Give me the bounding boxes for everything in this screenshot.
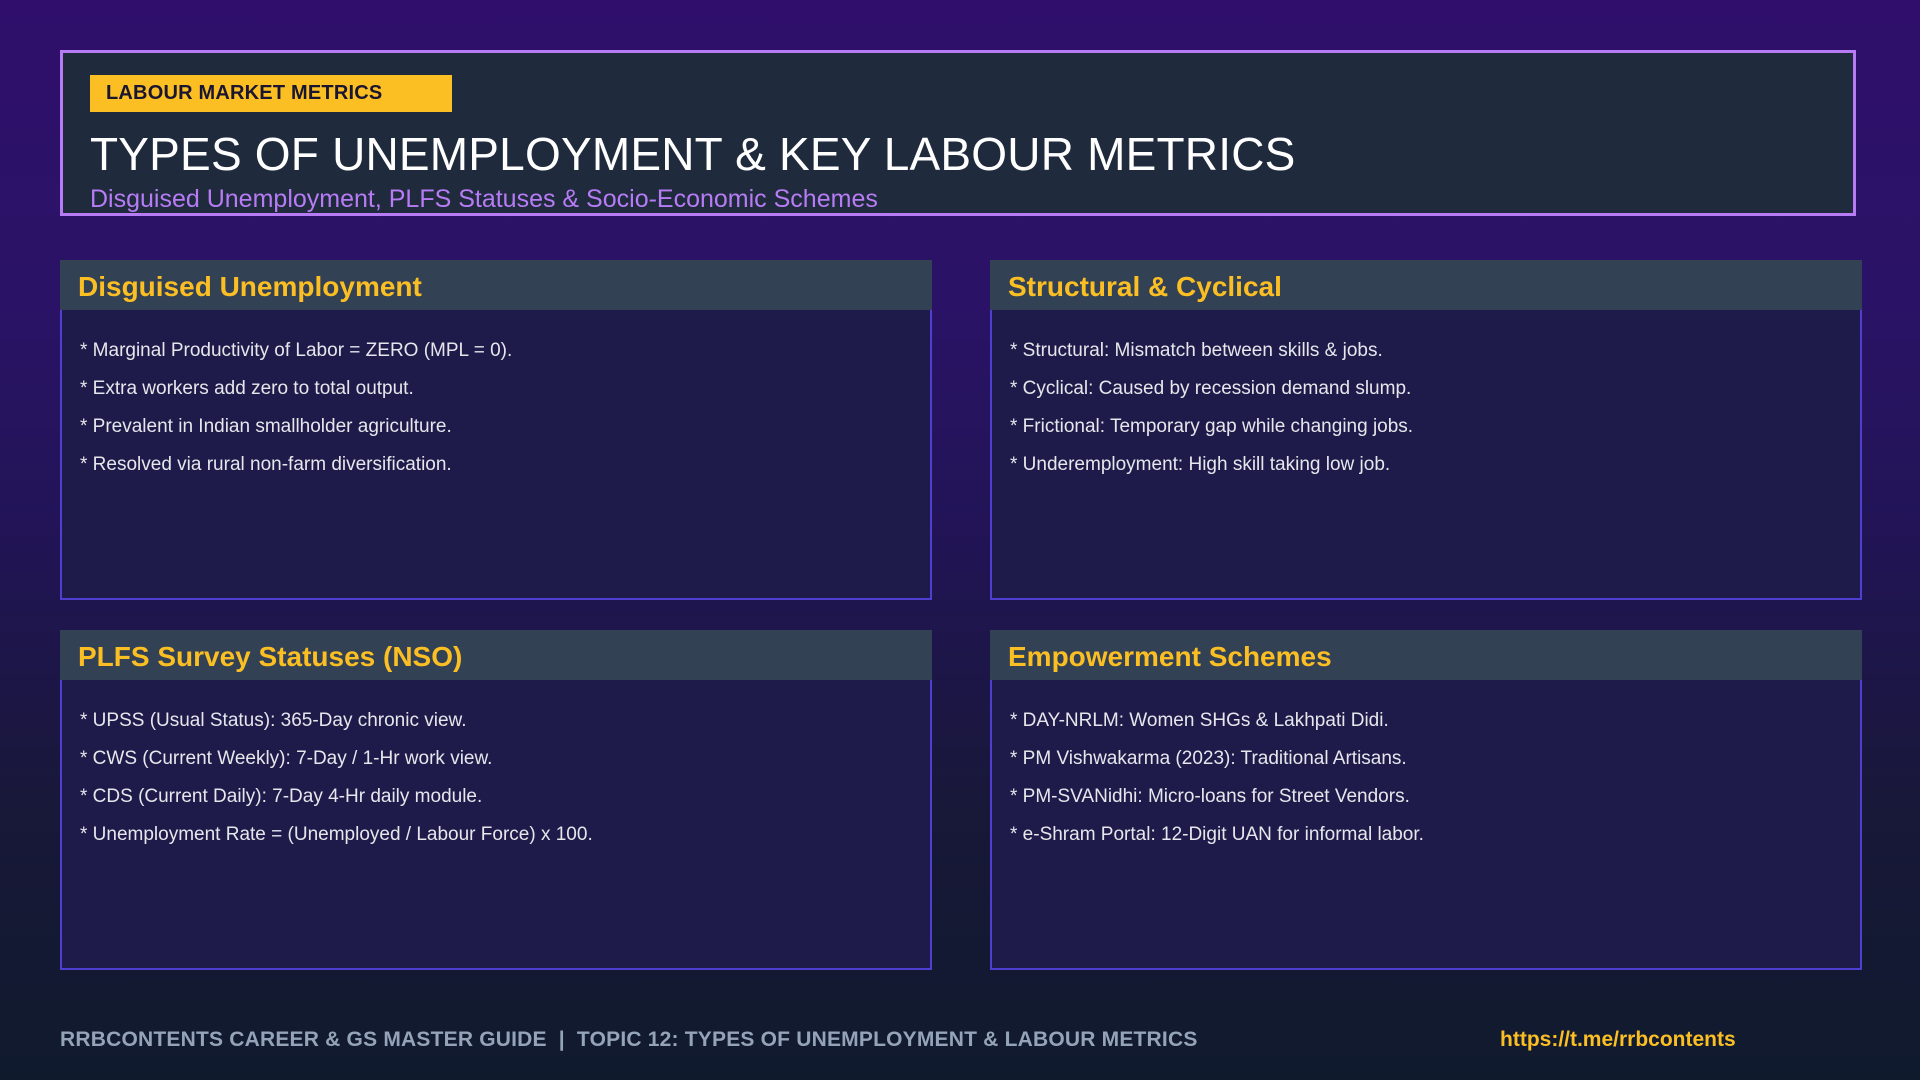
card-header: PLFS Survey Statuses (NSO) <box>60 630 932 680</box>
card-empowerment-schemes: Empowerment Schemes * DAY-NRLM: Women SH… <box>990 630 1862 970</box>
card-header: Structural & Cyclical <box>990 260 1862 310</box>
list-item: * Prevalent in Indian smallholder agricu… <box>80 416 452 437</box>
card-list: * UPSS (Usual Status): 365-Day chronic v… <box>80 702 593 854</box>
footer-telegram-link[interactable]: https://t.me/rrbcontents <box>1500 1028 1736 1052</box>
card-title: Disguised Unemployment <box>78 271 422 302</box>
list-item: * Marginal Productivity of Labor = ZERO … <box>80 340 513 361</box>
list-item: * PM-SVANidhi: Micro-loans for Street Ve… <box>1010 786 1410 807</box>
list-item: * Extra workers add zero to total output… <box>80 378 414 399</box>
footer-text: RRBCONTENTS CAREER & GS MASTER GUIDE | T… <box>60 1028 1198 1051</box>
list-item: * Unemployment Rate = (Unemployed / Labo… <box>80 824 593 845</box>
list-item: * PM Vishwakarma (2023): Traditional Art… <box>1010 748 1407 769</box>
list-item: * DAY-NRLM: Women SHGs & Lakhpati Didi. <box>1010 710 1389 731</box>
page-subtitle: Disguised Unemployment, PLFS Statuses & … <box>90 185 878 213</box>
footer-guide-text: RRBCONTENTS CAREER & GS MASTER GUIDE | T… <box>60 1028 1198 1052</box>
card-header: Empowerment Schemes <box>990 630 1862 680</box>
card-disguised-unemployment: Disguised Unemployment * Marginal Produc… <box>60 260 932 600</box>
header-panel: LABOUR MARKET METRICS TYPES OF UNEMPLOYM… <box>60 50 1856 216</box>
list-item: * CDS (Current Daily): 7-Day 4-Hr daily … <box>80 786 483 807</box>
card-structural-cyclical: Structural & Cyclical * Structural: Mism… <box>990 260 1862 600</box>
card-list: * Structural: Mismatch between skills & … <box>1010 332 1413 484</box>
list-item: * UPSS (Usual Status): 365-Day chronic v… <box>80 710 467 731</box>
card-title: PLFS Survey Statuses (NSO) <box>78 641 463 672</box>
list-item: * CWS (Current Weekly): 7-Day / 1-Hr wor… <box>80 748 493 769</box>
list-item: * Frictional: Temporary gap while changi… <box>1010 416 1414 437</box>
card-list: * DAY-NRLM: Women SHGs & Lakhpati Didi. … <box>1010 702 1424 854</box>
card-header: Disguised Unemployment <box>60 260 932 310</box>
list-item: * e-Shram Portal: 12-Digit UAN for infor… <box>1010 824 1424 845</box>
category-badge: LABOUR MARKET METRICS <box>90 75 452 112</box>
card-title: Empowerment Schemes <box>1008 641 1332 672</box>
card-title: Structural & Cyclical <box>1008 271 1282 302</box>
list-item: * Cyclical: Caused by recession demand s… <box>1010 378 1412 399</box>
page-title: TYPES OF UNEMPLOYMENT & KEY LABOUR METRI… <box>90 128 1296 180</box>
card-plfs-statuses: PLFS Survey Statuses (NSO) * UPSS (Usual… <box>60 630 932 970</box>
list-item: * Resolved via rural non-farm diversific… <box>80 454 452 475</box>
list-item: * Underemployment: High skill taking low… <box>1010 454 1391 475</box>
card-list: * Marginal Productivity of Labor = ZERO … <box>80 332 512 484</box>
list-item: * Structural: Mismatch between skills & … <box>1010 340 1383 361</box>
